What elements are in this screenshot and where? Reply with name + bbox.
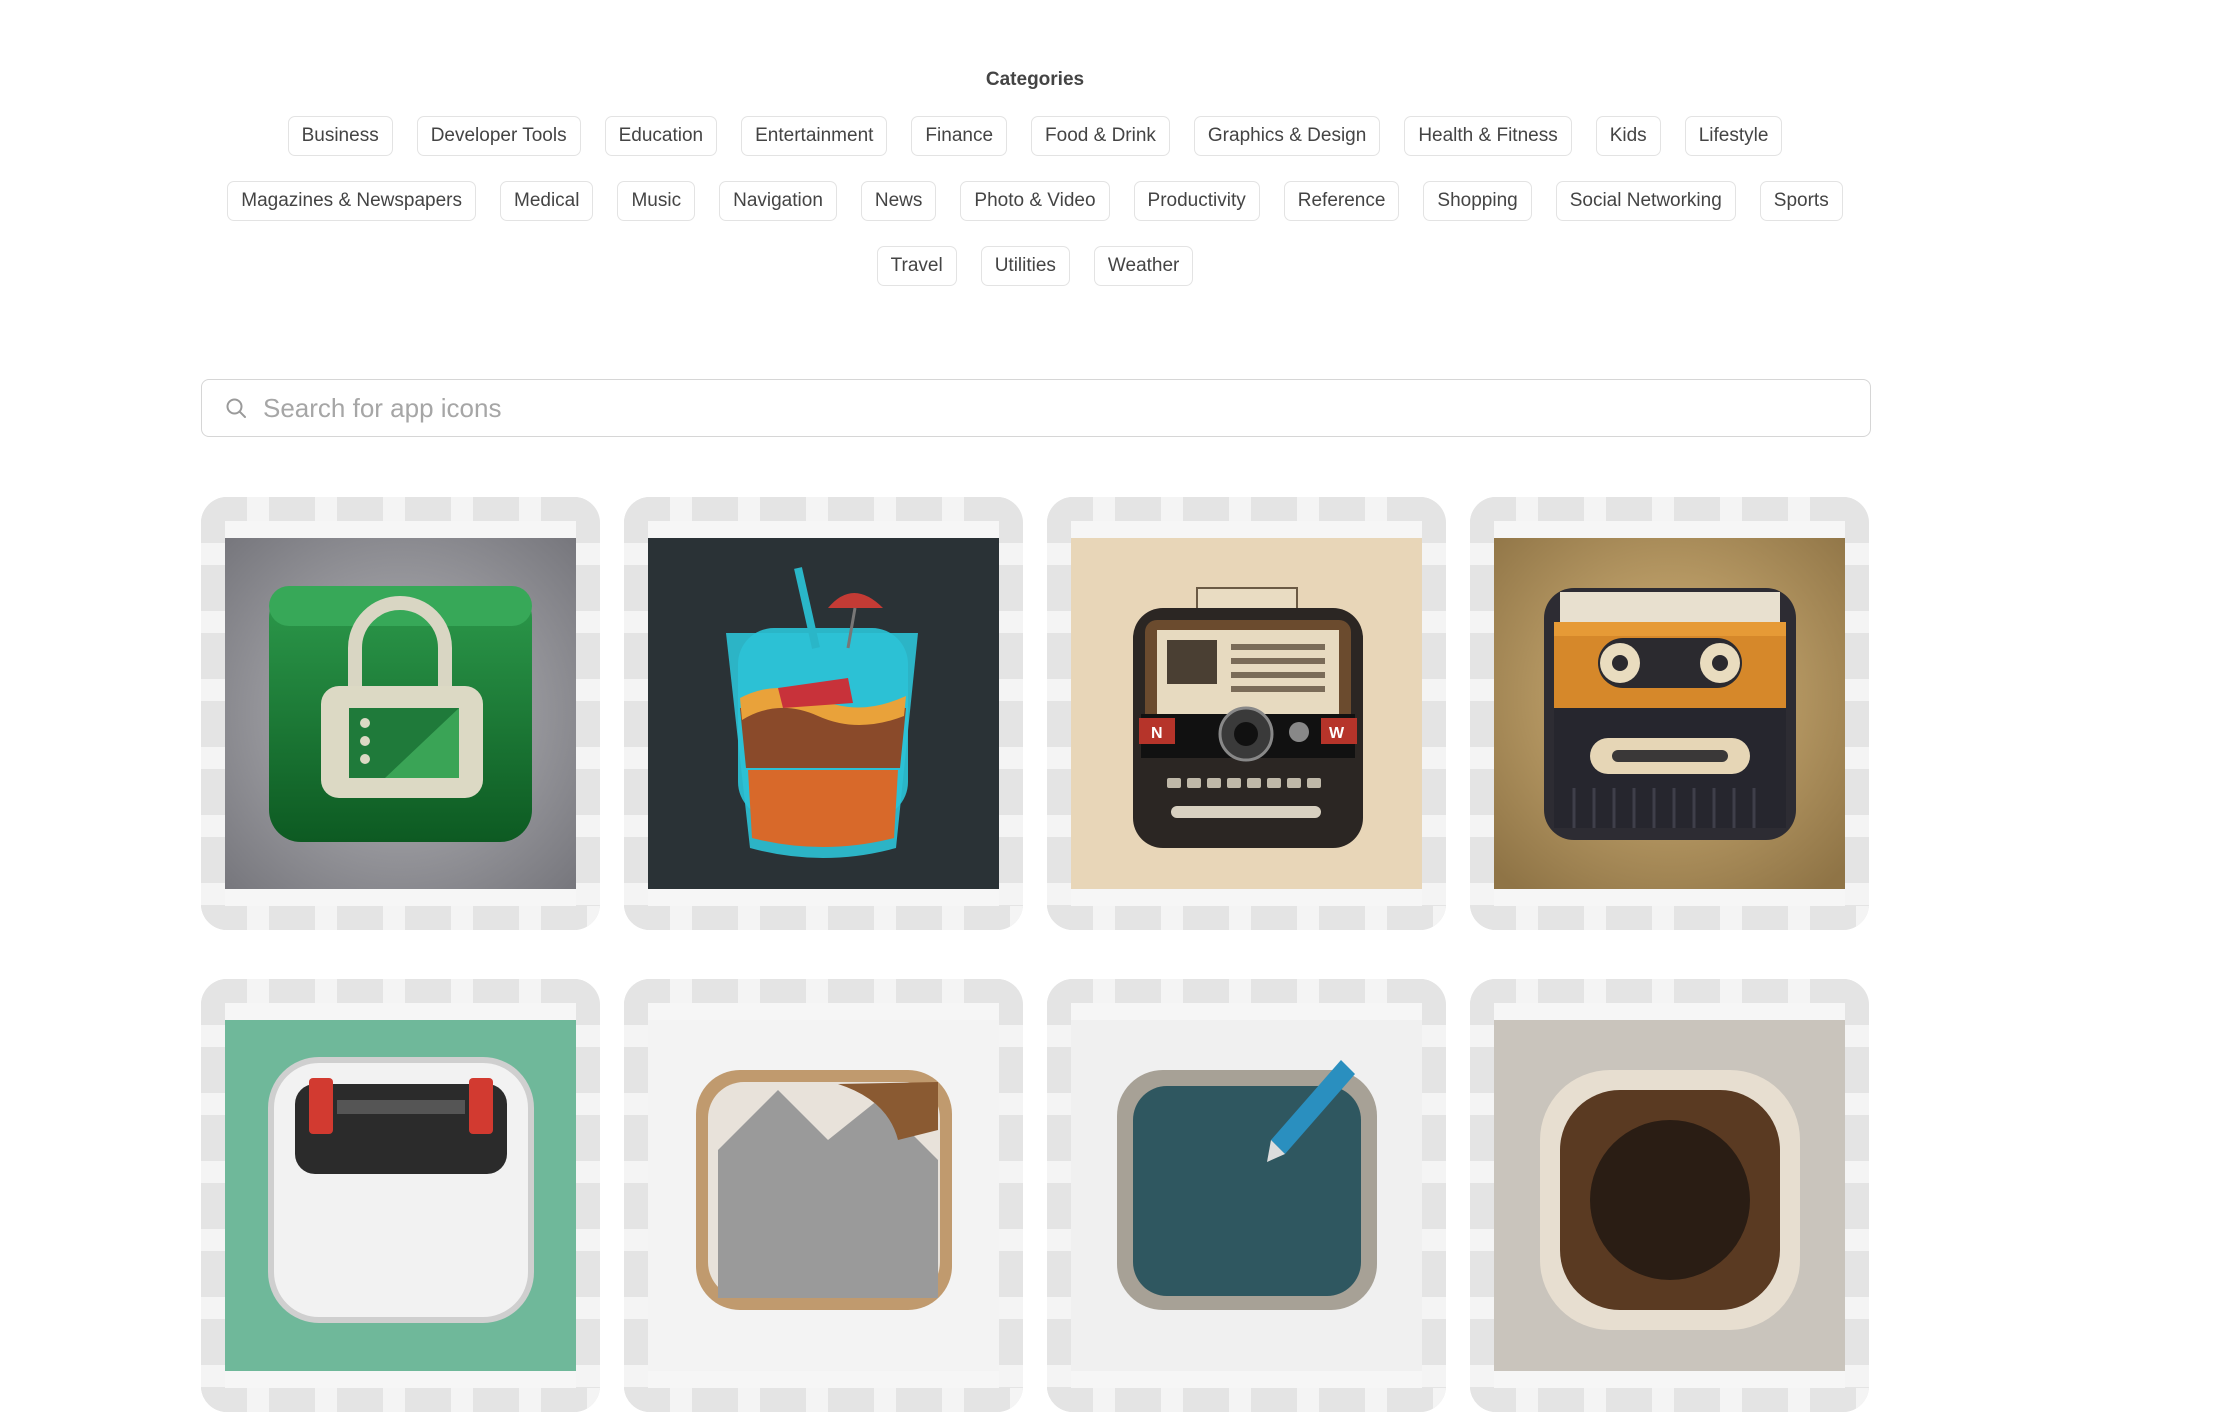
- category-chip-finance[interactable]: Finance: [911, 116, 1008, 156]
- search-input[interactable]: [261, 379, 1870, 437]
- category-chip-sports[interactable]: Sports: [1759, 181, 1843, 221]
- category-chip-social-networking[interactable]: Social Networking: [1555, 181, 1736, 221]
- categories-title: Categories: [985, 69, 1085, 90]
- radio-right-badge: W: [1329, 725, 1345, 742]
- category-chip-graphics-design[interactable]: Graphics & Design: [1193, 116, 1381, 156]
- category-chip-music[interactable]: Music: [617, 181, 696, 221]
- retro-radio-icon: N W: [1071, 538, 1422, 889]
- category-row-1: Business Developer Tools Education Enter…: [0, 116, 2070, 156]
- icon-card[interactable]: [201, 497, 600, 930]
- icon-card[interactable]: [624, 979, 1023, 1412]
- category-chip-productivity[interactable]: Productivity: [1133, 181, 1260, 221]
- icon-grid: N W: [201, 497, 1871, 1412]
- icon-card[interactable]: [624, 497, 1023, 930]
- category-chip-photo-video[interactable]: Photo & Video: [960, 181, 1110, 221]
- category-row-3: Travel Utilities Weather: [0, 246, 2070, 286]
- category-chip-weather[interactable]: Weather: [1093, 246, 1194, 286]
- category-chip-shopping[interactable]: Shopping: [1423, 181, 1532, 221]
- toolbox-icon: [225, 1020, 576, 1371]
- drink-cup-icon: [648, 538, 999, 889]
- icon-card[interactable]: [1047, 979, 1446, 1412]
- category-chip-business[interactable]: Business: [287, 116, 393, 156]
- category-chip-news[interactable]: News: [860, 181, 937, 221]
- category-chip-health-fitness[interactable]: Health & Fitness: [1404, 116, 1572, 156]
- category-chip-medical[interactable]: Medical: [500, 181, 594, 221]
- photo-landscape-icon: [648, 1020, 999, 1371]
- category-chip-navigation[interactable]: Navigation: [719, 181, 837, 221]
- category-chip-kids[interactable]: Kids: [1595, 116, 1661, 156]
- radio-left-badge: N: [1151, 725, 1163, 742]
- icon-card[interactable]: [1470, 497, 1869, 930]
- camera-lens-icon: [1494, 1020, 1845, 1371]
- cassette-player-icon: [1494, 538, 1845, 889]
- category-chip-entertainment[interactable]: Entertainment: [741, 116, 888, 156]
- icon-card[interactable]: N W: [1047, 497, 1446, 930]
- icon-card[interactable]: [1470, 979, 1869, 1412]
- category-chip-travel[interactable]: Travel: [876, 246, 957, 286]
- category-chip-lifestyle[interactable]: Lifestyle: [1684, 116, 1783, 156]
- category-chip-magazines-newspapers[interactable]: Magazines & Newspapers: [227, 181, 476, 221]
- pen-tablet-icon: [1071, 1020, 1422, 1371]
- category-chip-education[interactable]: Education: [604, 116, 718, 156]
- category-chip-utilities[interactable]: Utilities: [980, 246, 1070, 286]
- search-icon: [225, 397, 247, 419]
- category-chip-food-drink[interactable]: Food & Drink: [1031, 116, 1170, 156]
- category-row-2: Magazines & Newspapers Medical Music Nav…: [0, 181, 2070, 221]
- category-chip-developer-tools[interactable]: Developer Tools: [416, 116, 581, 156]
- icon-card[interactable]: [201, 979, 600, 1412]
- search-box: [201, 379, 1871, 437]
- category-chip-reference[interactable]: Reference: [1283, 181, 1400, 221]
- shopping-bag-icon: [225, 538, 576, 889]
